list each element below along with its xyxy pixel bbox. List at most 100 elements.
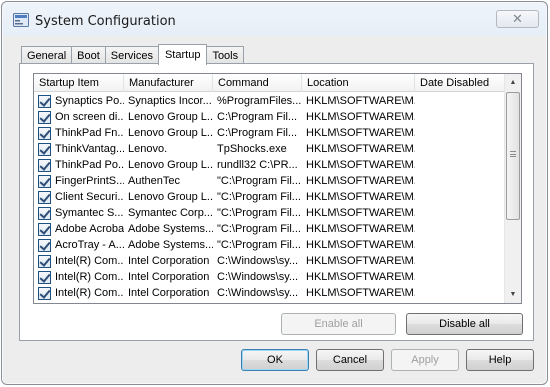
- column-header-manufacturer[interactable]: Manufacturer: [124, 74, 213, 92]
- table-row[interactable]: AcroTray - A... Adobe Systems... "C:\Progr…: [34, 237, 506, 253]
- enable-checkbox[interactable]: [38, 254, 51, 268]
- table-row[interactable]: Symantec S... Symantec Corp... "C:\Program…: [34, 205, 506, 221]
- title-bar[interactable]: System Configuration ✕: [2, 2, 547, 36]
- location-cell: HKLM\SOFTWARE\M...: [306, 111, 415, 123]
- scroll-thumb[interactable]: [506, 92, 520, 220]
- table-row[interactable]: Intel(R) Com... Intel Corporation C:\Windo…: [34, 269, 506, 285]
- location-cell: HKLM\SOFTWARE\M...: [306, 127, 415, 139]
- startup-item-cell: On screen di...: [34, 109, 124, 125]
- startup-item-cell: Adobe Phot...: [34, 301, 124, 303]
- manufacturer-cell: Adobe Systems...: [128, 239, 213, 251]
- command-cell: TpShocks.exe: [217, 143, 287, 155]
- column-header-location[interactable]: Location: [302, 74, 415, 92]
- table-row[interactable]: Client Securi... Lenovo Group L... "C:\Pro…: [34, 189, 506, 205]
- manufacturer-cell: Adobe Systems...: [128, 223, 213, 235]
- enable-checkbox[interactable]: [38, 270, 51, 284]
- scroll-up-icon[interactable]: ▲: [505, 74, 521, 91]
- tab-startup[interactable]: Startup: [157, 44, 208, 65]
- enable-checkbox[interactable]: [38, 174, 51, 188]
- location-cell: HKLM\SOFTWARE\M...: [306, 255, 415, 267]
- table-row[interactable]: ThinkPad Po... Lenovo Group L... rundll32 …: [34, 157, 506, 173]
- enable-checkbox[interactable]: [38, 110, 51, 124]
- enable-checkbox[interactable]: [38, 222, 51, 236]
- startup-item-name: ThinkPad Po...: [55, 159, 124, 171]
- enable-all-button[interactable]: Enable all: [281, 313, 396, 335]
- manufacturer-cell: Synaptics Incor...: [128, 95, 212, 107]
- tab-general[interactable]: General: [21, 46, 73, 64]
- enable-checkbox[interactable]: [38, 238, 51, 252]
- help-button[interactable]: Help: [466, 349, 534, 371]
- manufacturer-cell: Intel Corporation: [128, 287, 210, 299]
- manufacturer-cell: Adobe Syst...: [124, 301, 213, 303]
- table-row[interactable]: ThinkPad Fn... Lenovo Group L... C:\Progra…: [34, 125, 506, 141]
- table-row[interactable]: Intel(R) Com... Intel Corporation C:\Windo…: [34, 285, 506, 301]
- list-header: Startup Item Manufacturer Command Locati…: [34, 74, 506, 92]
- startup-item-name: Intel(R) Com...: [55, 287, 124, 299]
- close-button[interactable]: ✕: [496, 10, 539, 28]
- tab-tools[interactable]: Tools: [206, 46, 245, 64]
- command-cell: "C:\Program Fil...: [217, 207, 301, 219]
- date-disabled-cell: [415, 253, 506, 269]
- command-cell: "C:\Program Fil...: [213, 301, 302, 303]
- location-cell: HKLM\SOFTWARE\M...: [306, 239, 415, 251]
- column-header-command[interactable]: Command: [213, 74, 302, 92]
- manufacturer-cell: Intel Corporation: [128, 255, 210, 267]
- enable-checkbox[interactable]: [38, 206, 51, 220]
- command-cell: "C:\Program Fil...: [217, 239, 301, 251]
- manufacturer-cell: Lenovo Group L...: [128, 159, 213, 171]
- location-cell: HKLM\SOFTWARE\M...: [306, 159, 415, 171]
- apply-button[interactable]: Apply: [391, 349, 459, 371]
- tab-services[interactable]: Services: [104, 46, 159, 64]
- table-row[interactable]: Intel(R) Com... Intel Corporation C:\Windo…: [34, 253, 506, 269]
- vertical-scrollbar[interactable]: ▲ ▼: [504, 74, 521, 303]
- enable-checkbox[interactable]: [38, 126, 51, 140]
- disable-all-button[interactable]: Disable all: [406, 313, 523, 335]
- table-row[interactable]: FingerPrintS... AuthenTec "C:\Program Fil.…: [34, 173, 506, 189]
- table-row[interactable]: Adobe Phot...Adobe Syst..."C:\Program Fi…: [34, 301, 506, 303]
- manufacturer-cell: Lenovo Group L...: [128, 127, 213, 139]
- scroll-down-icon[interactable]: ▼: [505, 286, 521, 303]
- table-row[interactable]: ThinkVantag... Lenovo. TpShocks.exe HKLM\SO…: [34, 141, 506, 157]
- enable-checkbox[interactable]: [38, 142, 51, 156]
- tab-boot[interactable]: Boot: [71, 46, 106, 64]
- enable-checkbox[interactable]: [38, 94, 51, 108]
- startup-item-cell: ThinkPad Po...: [34, 157, 124, 173]
- startup-item-cell: ThinkPad Fn...: [34, 125, 124, 141]
- enable-checkbox[interactable]: [38, 158, 51, 172]
- startup-items-list[interactable]: Startup Item Manufacturer Command Locati…: [33, 73, 522, 304]
- startup-item-cell: Intel(R) Com...: [34, 269, 124, 285]
- command-cell: C:\Program Fil...: [217, 127, 298, 139]
- command-cell: C:\Program Fil...: [217, 111, 298, 123]
- date-disabled-cell: [415, 93, 506, 109]
- command-cell: C:\Windows\sy...: [217, 255, 299, 267]
- close-icon: ✕: [512, 11, 523, 26]
- window-title: System Configuration: [35, 14, 176, 29]
- enable-checkbox[interactable]: [38, 286, 51, 300]
- location-cell: HKLM\SOFTWARE\M...: [306, 175, 415, 187]
- ok-button[interactable]: OK: [241, 349, 309, 371]
- startup-item-name: AcroTray - A...: [55, 239, 124, 251]
- date-disabled-cell: [415, 141, 506, 157]
- startup-item-cell: Adobe Acrobat: [34, 221, 124, 237]
- startup-item-name: Intel(R) Com...: [55, 255, 124, 267]
- cancel-button[interactable]: Cancel: [316, 349, 384, 371]
- date-disabled-cell: [415, 205, 506, 221]
- column-header-startup-item[interactable]: Startup Item: [34, 74, 124, 92]
- table-row[interactable]: Adobe Acrobat Adobe Systems... "C:\Program…: [34, 221, 506, 237]
- table-row[interactable]: On screen di... Lenovo Group L... C:\Progr…: [34, 109, 506, 125]
- column-header-date-disabled[interactable]: Date Disabled: [415, 74, 506, 92]
- startup-item-name: Adobe Phot...: [55, 301, 122, 303]
- manufacturer-cell: Symantec Corp...: [128, 207, 213, 219]
- table-row[interactable]: Synaptics Po... Synaptics Incor... %Progra…: [34, 93, 506, 109]
- date-disabled-cell: [415, 221, 506, 237]
- startup-item-name: Synaptics Po...: [55, 95, 124, 107]
- location-cell: HKLM\SOFTWARE\M...: [302, 301, 415, 303]
- enable-checkbox[interactable]: [38, 190, 51, 204]
- startup-item-name: Adobe Acrobat: [55, 223, 124, 235]
- enable-checkbox[interactable]: [38, 302, 51, 303]
- date-disabled-cell: [415, 173, 506, 189]
- command-cell: "C:\Program Fil...: [217, 223, 301, 235]
- startup-item-name: Client Securi...: [55, 191, 124, 203]
- manufacturer-cell: Lenovo.: [128, 143, 168, 155]
- date-disabled-cell: [415, 285, 506, 301]
